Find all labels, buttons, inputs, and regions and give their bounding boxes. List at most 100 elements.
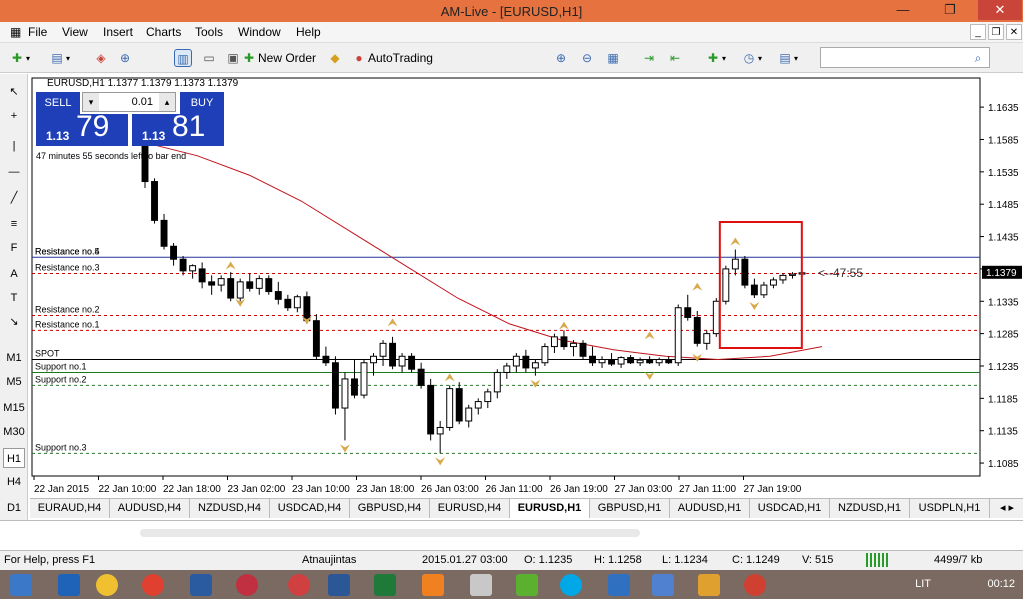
candle-body [741,258,749,286]
cursor-tool-icon[interactable]: ↖ [3,82,25,102]
timeframe-m30[interactable]: M30 [3,422,25,442]
new-chart-button[interactable]: ✚ ▾ [8,48,30,68]
menu-charts[interactable]: Charts [146,25,181,39]
app-taskbar-icon[interactable] [236,574,258,596]
terminal-button[interactable]: ▭ [200,48,218,68]
horizontal-line-tool-icon[interactable]: — [3,162,25,182]
templates-button[interactable]: ▤ ▾ [776,48,798,68]
candle-body [465,407,473,422]
timeframe-m1[interactable]: M1 [3,348,25,368]
menu-insert[interactable]: Insert [103,25,133,39]
crosshair-tool-icon[interactable]: + [3,106,25,126]
trendline-tool-icon[interactable]: ╱ [3,188,25,208]
tab-usdpln-h1[interactable]: USDPLN,H1 [910,499,990,518]
excel-icon[interactable] [374,574,396,596]
search-input[interactable]: ⌕ [820,47,990,68]
menu-tools[interactable]: Tools [195,25,223,39]
zoom-out-button[interactable]: ⊖ [578,48,596,68]
metaeditor-button[interactable]: ◆ [326,48,344,68]
menu-help[interactable]: Help [296,25,321,39]
timeframe-h1[interactable]: H1 [3,448,25,468]
autoscroll-button[interactable]: ⇤ [666,48,684,68]
menu-view[interactable]: View [62,25,88,39]
chart-shift-button[interactable]: ⇥ [640,48,658,68]
market-watch-button[interactable]: ◈ [92,48,110,68]
sell-button[interactable]: SELL [36,92,80,114]
vlc-icon[interactable] [422,574,444,596]
tab-gbpusd-h4[interactable]: GBPUSD,H4 [350,499,430,518]
tab-nzdusd-h4[interactable]: NZDUSD,H4 [190,499,270,518]
periods-button[interactable]: ◷ ▾ [740,48,762,68]
terminal-panel [0,520,1023,550]
minimize-button[interactable]: — [888,0,918,20]
tab-scroll-icon[interactable]: ◂ ▸ [992,499,1022,518]
tab-euraud-h4[interactable]: EURAUD,H4 [30,499,110,518]
chrome-icon[interactable] [142,574,164,596]
profiles-button[interactable]: ▤ ▾ [48,48,70,68]
y-tick-label: 1.1435 [988,233,1019,244]
start-icon[interactable] [10,574,32,596]
tab-audusd-h1[interactable]: AUDUSD,H1 [670,499,750,518]
text-label-tool-icon[interactable]: T [3,288,25,308]
x-tick-label: 26 Jan 11:00 [486,484,544,495]
tab-gbpusd-h1[interactable]: GBPUSD,H1 [590,499,670,518]
mdi-close-button[interactable]: ✕ [1006,24,1022,40]
new-order-button[interactable]: ✚ New Order [240,48,316,68]
bar-countdown: <--47:55 [818,266,863,280]
timeframe-d1[interactable]: D1 [3,498,25,518]
mdi-minimize-button[interactable]: _ [970,24,986,40]
arrow-tool-icon[interactable]: ↘ [3,312,25,332]
app2-taskbar-icon[interactable] [288,574,310,596]
lot-decrease-icon[interactable]: ▾ [83,93,99,111]
lot-increase-icon[interactable]: ▴ [159,93,175,111]
tile-windows-button[interactable]: ▦ [604,48,622,68]
search-icon[interactable]: ⌕ [969,49,987,67]
timeframe-h4[interactable]: H4 [3,472,25,492]
candle-body [550,336,558,348]
system-clock[interactable]: 00:12 [987,578,1015,590]
word-icon[interactable] [328,574,350,596]
data-window-button[interactable]: ⊕ [116,48,134,68]
keyboard-language[interactable]: LIT [915,578,931,590]
close-button[interactable]: ✕ [978,0,1022,20]
timeframe-m15[interactable]: M15 [3,398,25,418]
outlook-icon[interactable] [58,574,80,596]
tab-nzdusd-h1[interactable]: NZDUSD,H1 [830,499,910,518]
buy-price[interactable]: 1.13 81 [132,110,224,146]
candle-body [493,371,501,393]
zoom-in-button[interactable]: ⊕ [552,48,570,68]
sell-price[interactable]: 1.13 79 [36,110,128,146]
fibonacci-tool-icon[interactable]: F [3,238,25,258]
status-traffic: 4499/7 kb [934,554,983,566]
mdi-restore-button[interactable]: ❐ [988,24,1004,40]
tab-usdcad-h4[interactable]: USDCAD,H4 [270,499,350,518]
metatrader-icon[interactable] [190,574,212,596]
candle-body [474,401,482,409]
candle-body [684,307,692,318]
text-tool-icon[interactable]: A [3,264,25,284]
folder-icon[interactable] [470,574,492,596]
app4-taskbar-icon[interactable] [652,574,674,596]
app5-taskbar-icon[interactable] [698,574,720,596]
restore-button[interactable]: ❐ [935,0,965,20]
autotrading-button[interactable]: ● AutoTrading [350,48,433,68]
vertical-line-tool-icon[interactable]: | [3,136,25,156]
tab-usdcad-h1[interactable]: USDCAD,H1 [750,499,830,518]
one-click-trading-panel: SELL ▾ 0.01 ▴ BUY 1.13 79 1.13 81 [36,92,224,146]
menu-window[interactable]: Window [238,25,281,39]
menu-file[interactable]: File [28,25,47,39]
utorrent-icon[interactable] [516,574,538,596]
explorer-icon[interactable] [96,574,118,596]
connection-bars-icon[interactable] [866,553,890,567]
app6-taskbar-icon[interactable] [744,574,766,596]
tab-eurusd-h1[interactable]: EURUSD,H1 [510,499,590,518]
navigator-button[interactable]: ▥ [174,48,192,68]
indicators-button[interactable]: ✚ ▾ [704,48,726,68]
app3-taskbar-icon[interactable] [608,574,630,596]
tab-audusd-h4[interactable]: AUDUSD,H4 [110,499,190,518]
skype-icon[interactable] [560,574,582,596]
lot-size-input[interactable]: ▾ 0.01 ▴ [82,92,176,112]
channel-tool-icon[interactable]: ≡ [3,214,25,234]
timeframe-m5[interactable]: M5 [3,372,25,392]
tab-eurusd-h4[interactable]: EURUSD,H4 [430,499,510,518]
